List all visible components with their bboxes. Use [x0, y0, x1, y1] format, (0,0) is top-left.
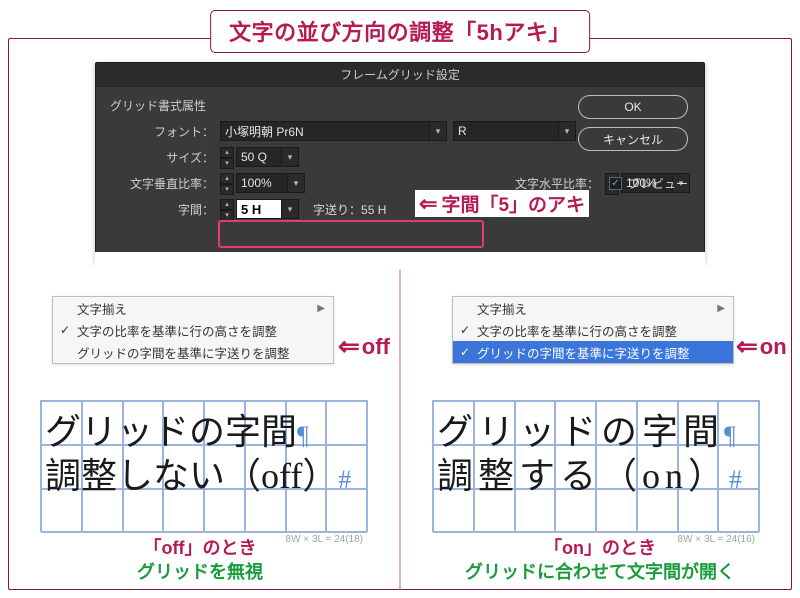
paragraph-mark-icon: ¶: [297, 421, 309, 450]
chevron-down-icon[interactable]: ▾: [558, 121, 576, 141]
sample-on-line2: 調整する（on）#: [437, 447, 747, 499]
check-icon: ✓: [460, 345, 470, 359]
chevron-down-icon[interactable]: ▾: [281, 199, 299, 219]
paragraph-mark-icon: ¶: [724, 421, 741, 450]
caption-on: 「on」のとき グリッドに合わせて文字間が開く: [420, 536, 780, 585]
preview-checkbox-row[interactable]: ✓ プレビュー: [609, 175, 688, 192]
chevron-down-icon[interactable]: ▾: [281, 147, 299, 167]
check-icon: ✓: [60, 323, 70, 337]
arrow-left-icon: ⇐: [338, 331, 360, 362]
font-family-select[interactable]: 小塚明朝 Pr6N: [220, 121, 430, 141]
jikan-label: 字間：: [110, 201, 220, 218]
off-annotation: ⇐ off: [338, 331, 390, 362]
vratio-input[interactable]: 100%: [236, 173, 288, 193]
dialog-titlebar: フレームグリッド設定: [96, 63, 704, 87]
font-label: フォント：: [110, 123, 220, 140]
check-icon: ✓: [460, 323, 470, 337]
page-title: 文字の並び方向の調整「5hアキ」: [210, 10, 590, 53]
menu-item-line-height-by-ratio[interactable]: ✓ 文字の比率を基準に行の高さを調整: [453, 319, 733, 341]
panel-divider: [400, 270, 401, 590]
on-annotation: ⇐ on: [736, 331, 787, 362]
jikan-input[interactable]: 5 H: [236, 199, 282, 219]
end-mark-icon: #: [338, 465, 351, 494]
jikan-callout: ⇐ 字間「5」のアキ: [415, 190, 589, 217]
checkbox-icon: ✓: [609, 177, 622, 190]
ok-button[interactable]: OK: [578, 95, 688, 119]
jikan-highlight-box: [218, 220, 484, 248]
arrow-left-icon: ⇐: [419, 191, 437, 217]
caption-off: 「off」のとき グリッドを無視: [20, 536, 380, 585]
torn-edge: [95, 252, 705, 270]
chevron-right-icon: ▶: [317, 303, 325, 314]
size-input[interactable]: 50 Q: [236, 147, 282, 167]
font-weight-select[interactable]: R: [453, 121, 559, 141]
preview-label: プレビュー: [628, 175, 688, 192]
menu-item-line-height-by-ratio[interactable]: ✓ 文字の比率を基準に行の高さを調整: [53, 319, 333, 341]
frame-grid-dialog: フレームグリッド設定 グリッド書式属性 フォント： 小塚明朝 Pr6N ▾ R …: [95, 62, 705, 262]
menu-panel-on: 文字揃え▶ ✓ 文字の比率を基準に行の高さを調整 ✓ グリッドの字間を基準に字送…: [452, 296, 734, 364]
cancel-button[interactable]: キャンセル: [578, 127, 688, 151]
jikan-stepper[interactable]: ▴▾: [220, 199, 234, 219]
vratio-stepper[interactable]: ▴▾: [220, 173, 234, 193]
hratio-label: 文字水平比率：: [501, 175, 605, 192]
chevron-right-icon: ▶: [717, 303, 725, 314]
end-mark-icon: #: [729, 465, 747, 494]
menu-item-grid-spacing-adjust[interactable]: グリッドの字間を基準に字送りを調整: [53, 341, 333, 363]
sample-off-line2: 調整しない（off）#: [45, 447, 351, 499]
sample-grid-on: グリッドの字間¶ 調整する（on）# 8W × 3L = 24(16): [432, 400, 760, 532]
size-label: サイズ：: [110, 149, 220, 166]
size-stepper[interactable]: ▴▾: [220, 147, 234, 167]
chevron-down-icon[interactable]: ▾: [429, 121, 447, 141]
chevron-down-icon[interactable]: ▾: [287, 173, 305, 193]
menu-item-grid-spacing-adjust[interactable]: ✓ グリッドの字間を基準に字送りを調整: [453, 341, 733, 363]
sample-grid-off: グリッドの字間¶ 調整しない（off）# 8W × 3L = 24(18): [40, 400, 368, 532]
menu-item-text-align[interactable]: 文字揃え▶: [453, 297, 733, 319]
menu-panel-off: 文字揃え▶ ✓ 文字の比率を基準に行の高さを調整 グリッドの字間を基準に字送りを…: [52, 296, 334, 364]
jiokuri-label: 字送り：55 H: [313, 201, 386, 218]
vratio-label: 文字垂直比率：: [110, 175, 220, 192]
arrow-left-icon: ⇐: [736, 331, 758, 362]
menu-item-text-align[interactable]: 文字揃え▶: [53, 297, 333, 319]
